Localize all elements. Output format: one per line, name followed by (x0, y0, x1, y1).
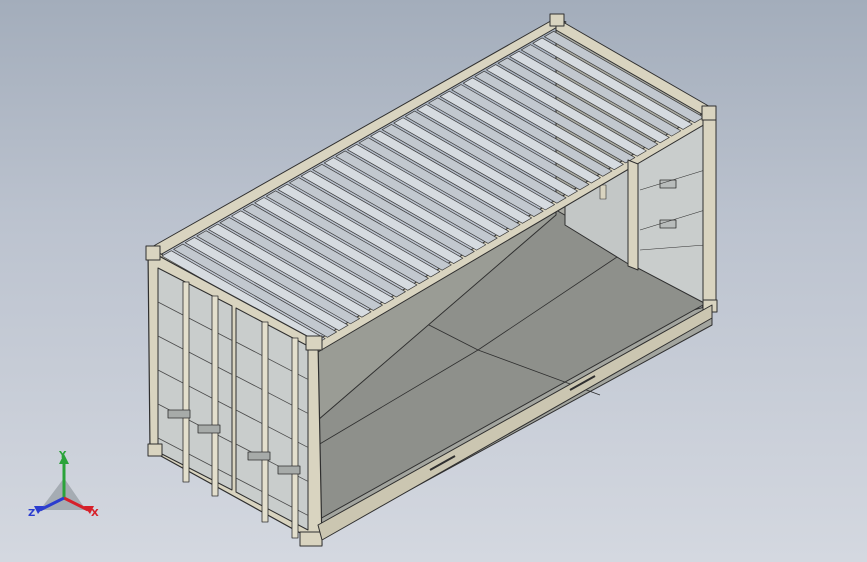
z-axis-label: Z (28, 508, 35, 519)
back-side-latch (599, 184, 607, 200)
mid-corner-post (627, 159, 639, 271)
back-corner-post (702, 111, 717, 313)
container-model[interactable] (145, 13, 718, 547)
front-door-left[interactable] (157, 267, 233, 491)
cad-viewport[interactable]: Y X Z (0, 0, 867, 562)
coordinate-triad: Y X Z (28, 450, 99, 519)
y-axis-label: Y (58, 450, 67, 461)
x-axis-label: X (91, 508, 99, 519)
